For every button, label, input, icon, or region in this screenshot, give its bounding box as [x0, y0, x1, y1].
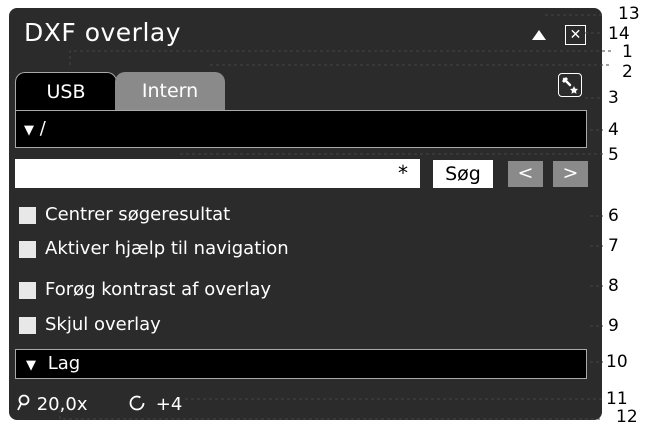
callout-12: 12: [616, 407, 638, 427]
callout-2: 2: [622, 62, 633, 82]
callout-8: 8: [608, 276, 619, 296]
callout-13: 13: [618, 4, 640, 24]
callout-1: 1: [622, 42, 633, 62]
callout-3: 3: [608, 88, 619, 108]
callout-6: 6: [608, 206, 619, 226]
callout-11: 11: [606, 389, 628, 409]
callout-4: 4: [608, 120, 619, 140]
callout-5: 5: [608, 145, 619, 165]
callout-14: 14: [608, 24, 630, 44]
callout-lines: [59, 14, 612, 420]
callout-9: 9: [608, 316, 619, 336]
callout-10: 10: [606, 352, 628, 372]
callout-7: 7: [608, 236, 619, 256]
